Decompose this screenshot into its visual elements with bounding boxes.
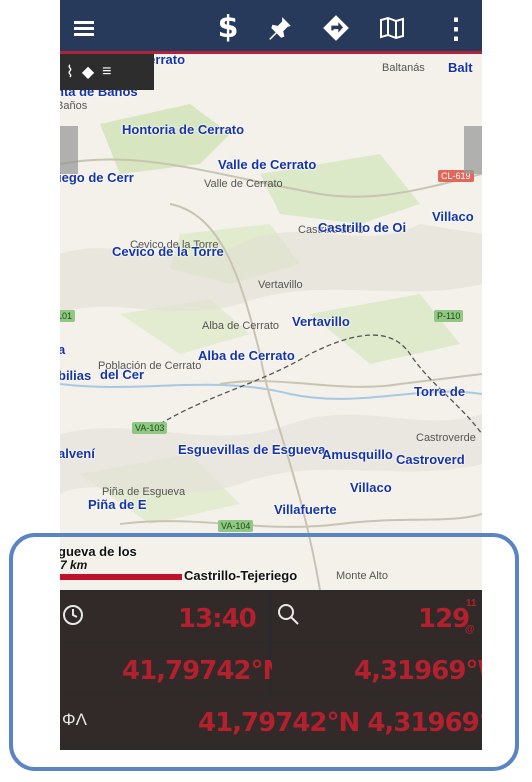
- map-label: bilias: [60, 368, 92, 383]
- road-badge: P-110: [434, 310, 464, 322]
- map-label: Valle de Cerrato: [218, 157, 317, 172]
- road-badge: VA-104: [218, 520, 254, 532]
- road-badge: VA-103: [132, 422, 168, 434]
- map-label: Villafuerte: [274, 502, 337, 517]
- map-label: Castroverde: [416, 432, 476, 444]
- map-label: Castrillo de Oi: [318, 220, 407, 235]
- map-label: Villaco: [350, 480, 392, 495]
- map-label: Torre de: [414, 384, 466, 399]
- pin-icon[interactable]: [260, 8, 300, 48]
- map-label: Baños: [60, 100, 88, 112]
- map-tools: ⌇ ◆ ≡: [60, 54, 154, 90]
- map-icon[interactable]: [372, 8, 412, 48]
- navigation-icon[interactable]: ◆: [82, 62, 94, 82]
- map-view[interactable]: de Cerrato Baltanás Balt nta de Baños Ba…: [60, 54, 482, 590]
- map-label: Balt: [448, 60, 473, 75]
- layers-icon[interactable]: ≡: [102, 63, 111, 81]
- map-label: Amusquillo: [322, 447, 393, 462]
- menu-icon[interactable]: [64, 8, 104, 48]
- route-icon[interactable]: ⌇: [66, 62, 74, 82]
- map-label: a: [60, 342, 66, 357]
- toolbar-accent-line: [60, 51, 482, 54]
- right-drawer-handle[interactable]: [464, 126, 482, 174]
- map-label: Piña de E: [88, 497, 147, 512]
- map-label: Alba de Cerrato: [202, 320, 280, 332]
- map-label: Castroverd: [396, 452, 465, 467]
- map-label: Baltanás: [382, 62, 425, 74]
- map-label: Cevico de la Torre: [112, 244, 224, 259]
- navigation-icon[interactable]: [316, 8, 356, 48]
- left-drawer-handle[interactable]: [60, 126, 78, 174]
- map-label: Vertavillo: [258, 279, 303, 291]
- map-label: Valle de Cerrato: [204, 178, 283, 190]
- road-badge: 101: [60, 310, 76, 322]
- map-label: del Cer: [100, 367, 145, 382]
- top-toolbar: $ ⋮: [60, 0, 482, 54]
- map-label: Hontoria de Cerrato: [122, 122, 245, 137]
- map-label: Alba de Cerrato: [198, 348, 295, 363]
- map-label: Esguevillas de Esgueva: [178, 442, 326, 457]
- highlight-frame: [9, 533, 519, 771]
- dollar-icon[interactable]: $: [208, 8, 248, 48]
- more-vert-icon[interactable]: ⋮: [436, 8, 476, 48]
- map-label: Villaco: [432, 209, 474, 224]
- map-label: Vertavillo: [292, 314, 350, 329]
- map-label: alvení: [60, 446, 95, 461]
